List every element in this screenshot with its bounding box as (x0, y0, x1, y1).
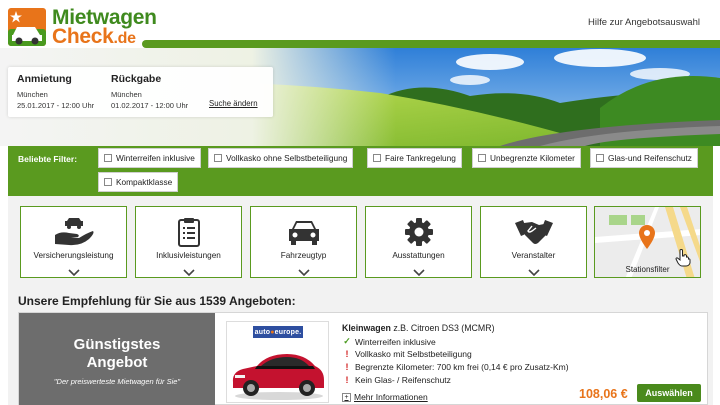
filter-label: Faire Tankregelung (385, 153, 456, 163)
header-green-strip (142, 40, 720, 48)
filter-winter-tires[interactable]: Winterreifen inklusive (98, 148, 201, 168)
header: Mietwagen Check.de Hilfe zur Angebotsaus… (0, 0, 720, 50)
vendor-prefix: auto (254, 328, 271, 336)
logo-line2: Check.de (52, 25, 157, 48)
clipboard-icon (136, 217, 241, 247)
return-location: München (111, 90, 142, 99)
exclamation-icon: ! (345, 362, 349, 372)
logo-name: Check (52, 25, 114, 48)
feature-item: ! Kein Glas- / Reifenschutz (342, 375, 451, 385)
select-offer-button[interactable]: Auswählen (637, 384, 701, 402)
booking-summary: Anmietung München 25.01.2017 - 12:00 Uhr… (8, 67, 273, 117)
checkbox-icon (214, 154, 222, 162)
feature-text: Winterreifen inklusive (355, 336, 436, 347)
offer-price: 108,06 € (579, 387, 628, 401)
return-datetime: 01.02.2017 - 12:00 Uhr (111, 101, 189, 110)
popular-filters-bar: Beliebte Filter: Winterreifen inklusive … (8, 146, 713, 196)
page: Mietwagen Check.de Hilfe zur Angebotsaus… (0, 0, 720, 405)
vendor-suffix: europe. (274, 328, 302, 336)
category-label: Fahrzeugtyp (280, 251, 327, 260)
car-class: Kleinwagen (342, 323, 391, 333)
feature-item: ! Vollkasko mit Selbstbeteiligung (342, 349, 472, 359)
filter-label: Glas-und Reifenschutz (608, 153, 692, 163)
feature-item: ! Begrenzte Kilometer: 700 km frei (0,14 … (342, 362, 569, 372)
checkmark-icon: ✓ (343, 336, 351, 346)
category-inclusive[interactable]: Inklusivleistungen (135, 206, 242, 278)
category-label: Ausstattungen (392, 251, 445, 260)
handshake-icon (481, 217, 586, 247)
chevron-down-icon (136, 263, 241, 281)
category-provider[interactable]: Veranstalter (480, 206, 587, 278)
logo-text: Mietwagen Check.de (52, 7, 157, 48)
checkbox-icon (478, 154, 486, 162)
map-pin-icon (639, 225, 655, 254)
car-image[interactable]: auto ● europe. (226, 321, 329, 403)
pickup-location: München (17, 90, 48, 99)
category-label: Veranstalter (511, 251, 556, 260)
gear-icon (366, 217, 471, 247)
filter-label: Kompaktklasse (116, 177, 173, 187)
pickup-heading: Anmietung (17, 73, 72, 85)
car-model: z.B. Citroen DS3 (MCMR) (390, 323, 495, 333)
recommendation-section: Unsere Empfehlung für Sie aus 1539 Angeb… (8, 288, 713, 405)
filter-fair-fuel[interactable]: Faire Tankregelung (367, 148, 462, 168)
filter-compact-class[interactable]: Kompaktklasse (98, 172, 179, 192)
category-equipment[interactable]: Ausstattungen (365, 206, 472, 278)
pickup-datetime: 25.01.2017 - 12:00 Uhr (17, 101, 95, 110)
category-station-filter[interactable]: Stationsfilter (594, 206, 701, 278)
car-front-icon (251, 217, 356, 247)
offer-card: Günstigstes Angebot "Der preiswerteste M… (18, 312, 708, 405)
logo-tld: .de (113, 30, 137, 47)
insurance-hand-car-icon (21, 217, 126, 247)
help-link[interactable]: Hilfe zur Angebotsauswahl (588, 17, 700, 28)
chevron-down-icon (366, 263, 471, 281)
pickup-info: Anmietung München 25.01.2017 - 12:00 Uhr (17, 73, 94, 110)
filter-label: Vollkasko ohne Selbstbeteiligung (226, 153, 348, 163)
badge-subtitle: "Der preiswerteste Mietwagen für Sie" (53, 377, 181, 386)
recommendation-title: Unsere Empfehlung für Sie aus 1539 Angeb… (18, 294, 296, 308)
category-insurance[interactable]: Versicherungsleistung (20, 206, 127, 278)
category-vehicle-type[interactable]: Fahrzeugtyp (250, 206, 357, 278)
chevron-down-icon (21, 263, 126, 281)
change-search-link[interactable]: Suche ändern (209, 99, 258, 108)
exclamation-icon: ! (345, 375, 349, 385)
exclamation-icon: ! (345, 349, 349, 359)
badge-title: Günstigstes Angebot (19, 336, 215, 372)
badge-title-line1: Günstigstes (73, 336, 161, 353)
plus-icon: + (342, 392, 351, 402)
feature-text: Begrenzte Kilometer: 700 km frei (0,14 €… (355, 362, 569, 372)
checkbox-icon (373, 154, 381, 162)
feature-text: Vollkasko mit Selbstbeteiligung (355, 349, 472, 359)
logo[interactable]: Mietwagen Check.de (8, 7, 157, 48)
chevron-down-icon (251, 263, 356, 281)
category-label: Versicherungsleistung (33, 251, 114, 260)
filter-label: Winterreifen inklusive (116, 153, 195, 163)
category-label: Inklusivleistungen (156, 251, 221, 260)
category-label: Stationsfilter (625, 265, 670, 274)
car-photo (232, 354, 324, 400)
logo-car-icon (8, 8, 46, 46)
filter-label: Unbegrenzte Kilometer (490, 153, 575, 163)
vendor-logo: auto ● europe. (253, 326, 303, 338)
more-info-link[interactable]: + Mehr Informationen (342, 392, 428, 402)
checkbox-icon (596, 154, 604, 162)
checkbox-icon (104, 154, 112, 162)
filter-categories: Versicherungsleistung Inklusivleistungen (8, 196, 713, 288)
cheapest-offer-badge: Günstigstes Angebot "Der preiswerteste M… (19, 313, 215, 405)
feature-text: Kein Glas- / Reifenschutz (355, 375, 451, 385)
checkbox-icon (104, 178, 112, 186)
filter-full-coverage[interactable]: Vollkasko ohne Selbstbeteiligung (208, 148, 354, 168)
return-info: Rückgabe München 01.02.2017 - 12:00 Uhr (111, 73, 188, 110)
filters-label: Beliebte Filter: (18, 154, 78, 164)
filter-unlimited-km[interactable]: Unbegrenzte Kilometer (472, 148, 581, 168)
filter-glass-tire-protection[interactable]: Glas-und Reifenschutz (590, 148, 698, 168)
more-info-label: Mehr Informationen (354, 392, 428, 402)
feature-item: ✓ Winterreifen inklusive (342, 336, 436, 347)
return-heading: Rückgabe (111, 73, 162, 85)
car-name: Kleinwagen z.B. Citroen DS3 (MCMR) (342, 323, 495, 333)
badge-title-line2: Angebot (86, 354, 148, 371)
chevron-down-icon (481, 263, 586, 281)
